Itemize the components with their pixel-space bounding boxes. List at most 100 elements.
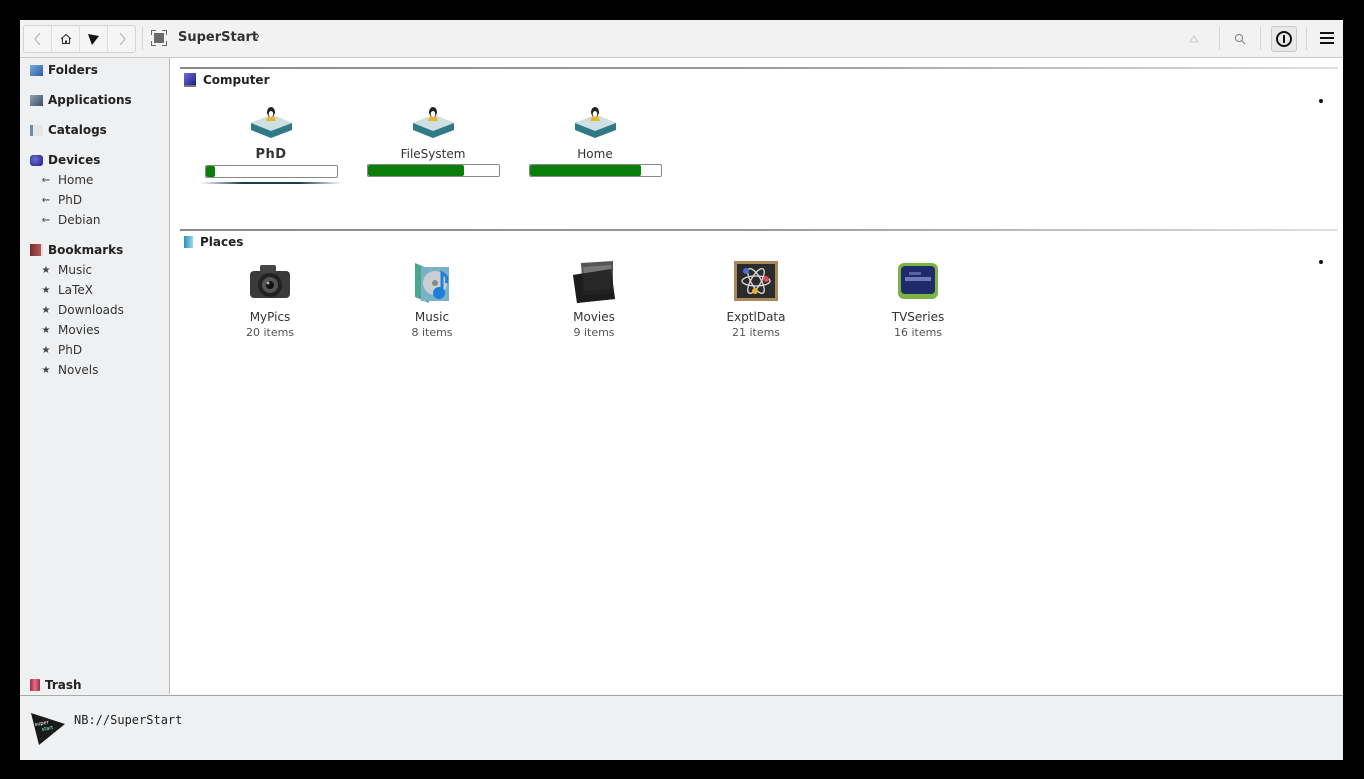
- film-icon: [571, 259, 617, 305]
- usb-drive-icon: ⇜: [41, 174, 51, 186]
- devices-icon: [30, 154, 43, 166]
- bookmark-button[interactable]: [1182, 20, 1206, 57]
- place-name: Music: [414, 310, 450, 324]
- sidebar-bookmark-music[interactable]: ★ Music: [40, 263, 93, 277]
- sidebar-item-label: Trash: [45, 678, 82, 692]
- drive-item[interactable]: FileSystem: [366, 105, 500, 177]
- atom-icon: [733, 259, 779, 305]
- addon-button[interactable]: [1271, 26, 1297, 52]
- superstart-button[interactable]: [80, 26, 108, 52]
- sidebar-bookmark-phd[interactable]: ★ PhD: [40, 343, 83, 357]
- computer-icon: [184, 73, 196, 87]
- sidebar-item-label: PhD: [58, 193, 83, 207]
- hard-drive-icon: [248, 105, 294, 139]
- sidebar-item-label: Applications: [48, 93, 132, 107]
- usage-bar-fill: [367, 165, 465, 176]
- sidebar-bookmark-latex[interactable]: ★ LaTeX: [40, 283, 93, 297]
- star-icon: ★: [41, 264, 51, 276]
- place-name: Movies: [573, 310, 615, 324]
- sidebar-item-label: Movies: [58, 323, 100, 337]
- usage-bar: [204, 165, 338, 178]
- breadcrumb-chevron-icon[interactable]: ›: [255, 29, 260, 44]
- addon-icon: [1276, 31, 1292, 47]
- place-name: TVSeries: [891, 310, 945, 324]
- place-item[interactable]: Movies 9 items: [539, 259, 649, 339]
- toolbar-separator: [1219, 27, 1220, 50]
- chevron-right-icon: [119, 32, 126, 46]
- music-icon: [409, 259, 455, 305]
- breadcrumb-label[interactable]: SuperStart: [178, 30, 258, 45]
- toolbar-separator: [1306, 27, 1307, 50]
- hard-drive-icon: [572, 105, 618, 139]
- toolbar: SuperStart ›: [20, 20, 1343, 58]
- hamburger-icon: [1320, 32, 1334, 44]
- section-places-title: Places: [184, 235, 243, 249]
- sidebar-bookmark-novels[interactable]: ★ Novels: [40, 363, 99, 377]
- section-title-label: Computer: [203, 73, 270, 87]
- nav-button-group: [23, 25, 136, 53]
- hard-drive-icon: [410, 105, 456, 139]
- star-icon: ★: [41, 284, 51, 296]
- place-name: MyPics: [249, 310, 291, 324]
- sidebar-item-applications[interactable]: Applications: [30, 93, 132, 107]
- search-icon: [1234, 33, 1246, 44]
- place-item[interactable]: ExptlData 21 items: [701, 259, 811, 339]
- usage-bar: [366, 164, 500, 177]
- sidebar-item-bookmarks[interactable]: Bookmarks: [30, 243, 123, 257]
- sidebar-device-home[interactable]: ⇜ Home: [40, 173, 94, 187]
- sidebar-item-devices[interactable]: Devices: [30, 153, 100, 167]
- section-collapse-toggle[interactable]: [1319, 99, 1323, 103]
- star-icon: ★: [41, 304, 51, 316]
- sidebar-device-phd[interactable]: ⇜ PhD: [40, 193, 82, 207]
- drive-name: PhD: [255, 147, 287, 162]
- place-count: 21 items: [731, 326, 781, 339]
- triangle-icon: [88, 33, 99, 45]
- place-item[interactable]: MyPics 20 items: [215, 259, 325, 339]
- section-collapse-toggle[interactable]: [1319, 260, 1323, 264]
- section-computer-title: Computer: [184, 73, 269, 87]
- menu-button[interactable]: [1320, 32, 1334, 47]
- sidebar-item-label: Folders: [48, 63, 98, 77]
- sidebar-item-catalogs[interactable]: Catalogs: [30, 123, 107, 137]
- place-count: 16 items: [893, 326, 943, 339]
- usage-bar: [528, 164, 662, 177]
- home-button[interactable]: [52, 26, 80, 52]
- sidebar-item-folders[interactable]: Folders: [30, 63, 98, 77]
- drive-item[interactable]: Home: [528, 105, 662, 177]
- search-button[interactable]: [1228, 20, 1252, 57]
- sidebar-item-label: PhD: [58, 343, 83, 357]
- sidebar-item-label: Home: [58, 173, 94, 187]
- star-icon: ★: [41, 344, 51, 356]
- section-divider: [180, 229, 1338, 231]
- main-content: Computer PhD FileSystem Home Places MyPi…: [170, 58, 1343, 694]
- star-icon: ★: [41, 364, 51, 376]
- sidebar: Folders Applications Catalogs Devices ⇜ …: [20, 58, 170, 694]
- tv-icon: [895, 259, 941, 305]
- superstart-icon: [151, 30, 167, 46]
- sidebar-item-label: Novels: [58, 363, 99, 377]
- forward-button[interactable]: [108, 26, 135, 52]
- sidebar-item-label: Debian: [58, 213, 101, 227]
- places-icon: [184, 236, 193, 248]
- sidebar-item-label: Bookmarks: [48, 243, 124, 257]
- camera-icon: [247, 259, 293, 305]
- section-divider: [180, 67, 1338, 69]
- folder-icon: [30, 64, 43, 76]
- trash-icon: [30, 679, 40, 691]
- place-item[interactable]: Music 8 items: [377, 259, 487, 339]
- sidebar-item-trash[interactable]: Trash: [30, 678, 82, 692]
- sidebar-bookmark-downloads[interactable]: ★ Downloads: [40, 303, 124, 317]
- usage-bar-fill: [529, 165, 641, 176]
- back-button[interactable]: [24, 26, 52, 52]
- usb-drive-icon: ⇜: [41, 194, 51, 206]
- sidebar-bookmark-movies[interactable]: ★ Movies: [40, 323, 100, 337]
- file-manager-window: SuperStart › Folders Applications Catalo…: [20, 20, 1343, 760]
- status-text: NB://SuperStart: [74, 713, 183, 727]
- section-title-label: Places: [200, 235, 244, 249]
- place-item[interactable]: TVSeries 16 items: [863, 259, 973, 339]
- place-name: ExptlData: [726, 310, 786, 324]
- sidebar-device-debian[interactable]: ⇜ Debian: [40, 213, 101, 227]
- toolbar-separator: [1260, 27, 1261, 50]
- drive-item[interactable]: PhD: [200, 105, 342, 184]
- home-icon: [60, 33, 71, 45]
